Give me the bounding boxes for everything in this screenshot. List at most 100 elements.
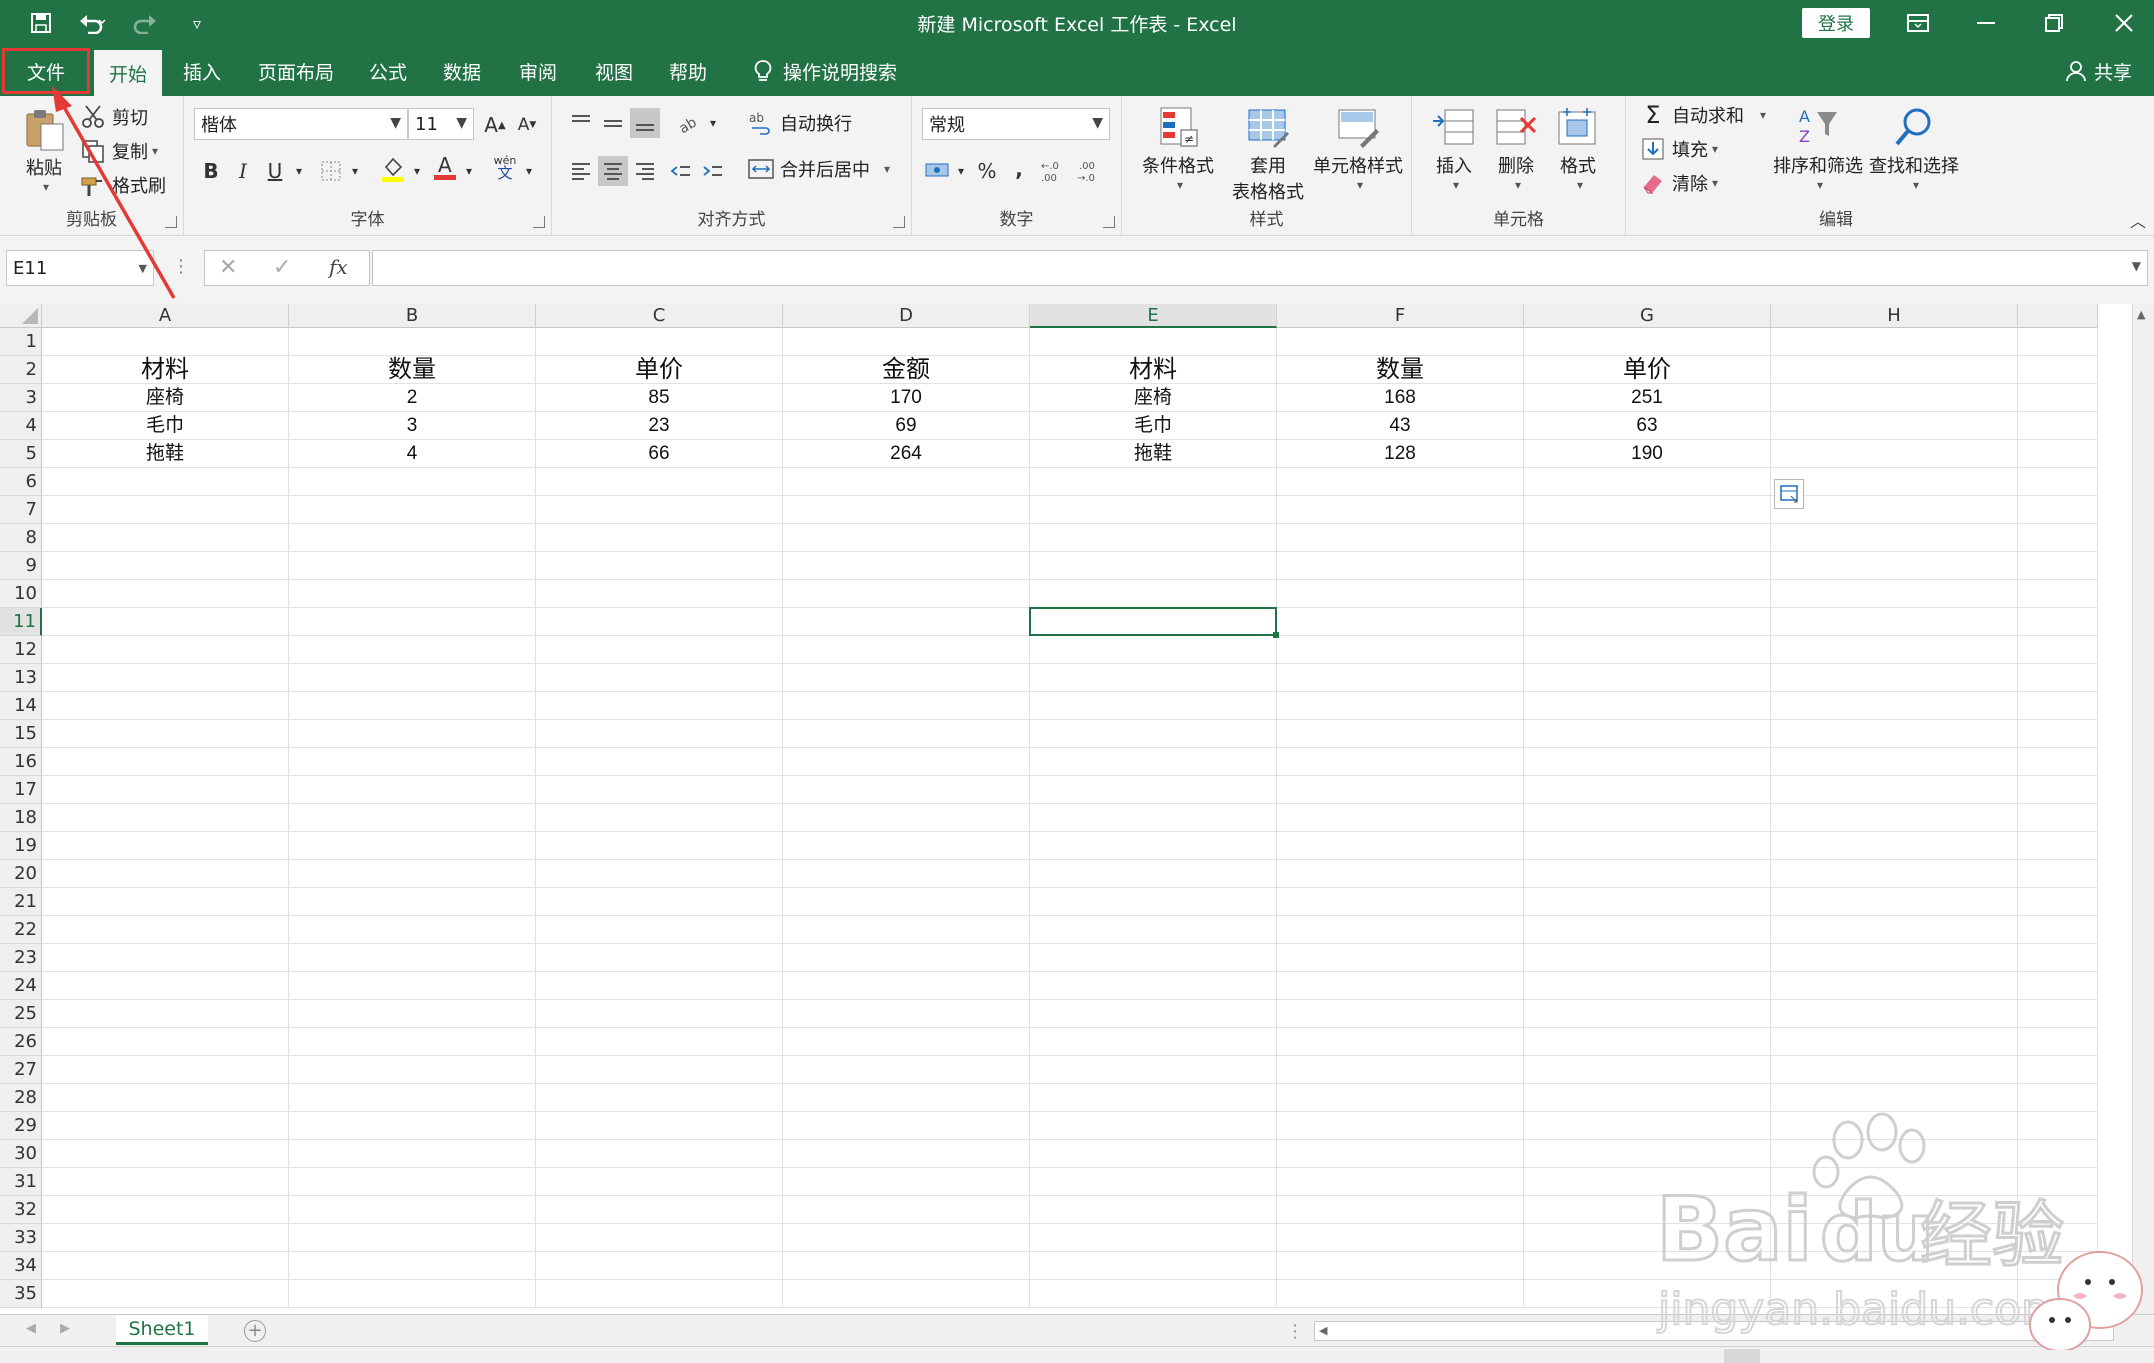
empty-cell[interactable] (1277, 1112, 1524, 1140)
empty-cell[interactable] (1771, 972, 2018, 1000)
empty-cell[interactable] (2018, 944, 2098, 972)
empty-cell[interactable] (42, 888, 289, 916)
empty-cell[interactable] (2018, 1224, 2098, 1252)
empty-cell[interactable] (783, 748, 1030, 776)
empty-cell[interactable] (42, 832, 289, 860)
empty-cell[interactable] (42, 1000, 289, 1028)
empty-cell[interactable] (2018, 804, 2098, 832)
page-break-view-icon[interactable] (1836, 1349, 1872, 1363)
row-header[interactable]: 2 (0, 356, 42, 384)
empty-cell[interactable] (1771, 720, 2018, 748)
empty-cell[interactable] (783, 636, 1030, 664)
row-header[interactable]: 10 (0, 580, 42, 608)
empty-cell[interactable] (1030, 664, 1277, 692)
empty-cell[interactable] (1277, 1140, 1524, 1168)
empty-cell[interactable] (1524, 328, 1771, 356)
empty-cell[interactable] (289, 524, 536, 552)
empty-cell[interactable] (42, 1196, 289, 1224)
find-select-button[interactable]: 查找和选择 ▾ (1864, 104, 1964, 192)
normal-view-icon[interactable] (1724, 1349, 1760, 1363)
empty-cell[interactable] (1277, 692, 1524, 720)
empty-cell[interactable] (783, 692, 1030, 720)
empty-cell[interactable] (1030, 1056, 1277, 1084)
share-button[interactable]: 共享 (2066, 46, 2132, 96)
ribbon-display-icon[interactable] (1900, 6, 1936, 40)
row-header[interactable]: 21 (0, 888, 42, 916)
empty-cell[interactable] (536, 328, 783, 356)
empty-cell[interactable] (1277, 860, 1524, 888)
increase-font-icon[interactable]: A ▲ (480, 110, 510, 140)
font-size-combo[interactable]: 11 ▼ (408, 108, 474, 140)
empty-cell[interactable] (1771, 496, 2018, 524)
empty-cell[interactable] (1030, 832, 1277, 860)
empty-cell[interactable] (1030, 1112, 1277, 1140)
empty-cell[interactable] (536, 1252, 783, 1280)
empty-cell[interactable] (289, 1196, 536, 1224)
empty-cell[interactable] (783, 1280, 1030, 1308)
empty-cell[interactable] (1277, 944, 1524, 972)
empty-cell[interactable] (1771, 1056, 2018, 1084)
format-painter-button[interactable]: 格式刷 (80, 172, 166, 198)
empty-cell[interactable] (536, 804, 783, 832)
empty-cell[interactable] (2018, 1028, 2098, 1056)
empty-cell[interactable] (42, 776, 289, 804)
empty-cell[interactable] (1277, 664, 1524, 692)
row-header[interactable]: 11 (0, 608, 42, 636)
clear-dropdown-icon[interactable]: ▾ (1712, 176, 1718, 190)
scroll-next-sheet-icon[interactable]: ▶ (60, 1321, 70, 1336)
empty-cell[interactable] (42, 1140, 289, 1168)
empty-cell[interactable] (1524, 888, 1771, 916)
font-name-combo[interactable]: 楷体 ▼ (194, 108, 408, 140)
empty-cell[interactable] (42, 328, 289, 356)
empty-cell[interactable] (2018, 608, 2098, 636)
close-icon[interactable] (2106, 6, 2142, 40)
empty-cell[interactable] (1771, 916, 2018, 944)
empty-cell[interactable] (289, 972, 536, 1000)
empty-cell[interactable] (536, 580, 783, 608)
data-cell[interactable]: 69 (783, 412, 1030, 440)
empty-cell[interactable] (1030, 1168, 1277, 1196)
empty-cell[interactable] (289, 748, 536, 776)
empty-cell[interactable] (2018, 1084, 2098, 1112)
empty-cell[interactable] (42, 552, 289, 580)
empty-cell[interactable] (42, 608, 289, 636)
select-all-corner[interactable] (0, 304, 42, 328)
empty-cell[interactable] (2018, 1056, 2098, 1084)
new-sheet-icon[interactable]: + (244, 1320, 266, 1342)
empty-cell[interactable] (1030, 1000, 1277, 1028)
empty-cell[interactable] (2018, 468, 2098, 496)
empty-cell[interactable] (1524, 860, 1771, 888)
empty-cell[interactable] (783, 608, 1030, 636)
decrease-decimal-icon[interactable]: .00 →.0 (1076, 156, 1106, 186)
empty-cell[interactable] (1524, 524, 1771, 552)
empty-cell[interactable] (783, 664, 1030, 692)
empty-cell[interactable] (42, 916, 289, 944)
column-header-f[interactable]: F (1277, 304, 1524, 328)
empty-cell[interactable] (289, 636, 536, 664)
empty-cell[interactable] (1277, 1000, 1524, 1028)
row-header[interactable]: 4 (0, 412, 42, 440)
empty-cell[interactable] (1524, 776, 1771, 804)
insert-function-button[interactable]: fx (329, 255, 348, 279)
empty-cell[interactable] (289, 1252, 536, 1280)
empty-cell[interactable] (1771, 664, 2018, 692)
underline-dropdown-icon[interactable]: ▾ (284, 156, 314, 186)
empty-cell[interactable] (1030, 888, 1277, 916)
empty-cell[interactable] (1524, 748, 1771, 776)
empty-cell[interactable] (783, 524, 1030, 552)
empty-cell[interactable] (1030, 1252, 1277, 1280)
header-cell[interactable]: 数量 (1277, 356, 1524, 384)
empty-cell[interactable] (1771, 1168, 2018, 1196)
empty-cell[interactable] (1771, 1000, 2018, 1028)
login-button[interactable]: 登录 (1802, 8, 1870, 38)
empty-cell[interactable] (289, 1056, 536, 1084)
customize-icon[interactable]: ▿ (182, 6, 212, 40)
empty-cell[interactable] (1030, 1280, 1277, 1308)
empty-cell[interactable] (1771, 1224, 2018, 1252)
empty-cell[interactable] (536, 1056, 783, 1084)
empty-cell[interactable] (1277, 524, 1524, 552)
empty-cell[interactable] (1524, 1000, 1771, 1028)
empty-cell[interactable] (289, 1140, 536, 1168)
empty-cell[interactable] (1524, 552, 1771, 580)
empty-cell[interactable] (536, 944, 783, 972)
